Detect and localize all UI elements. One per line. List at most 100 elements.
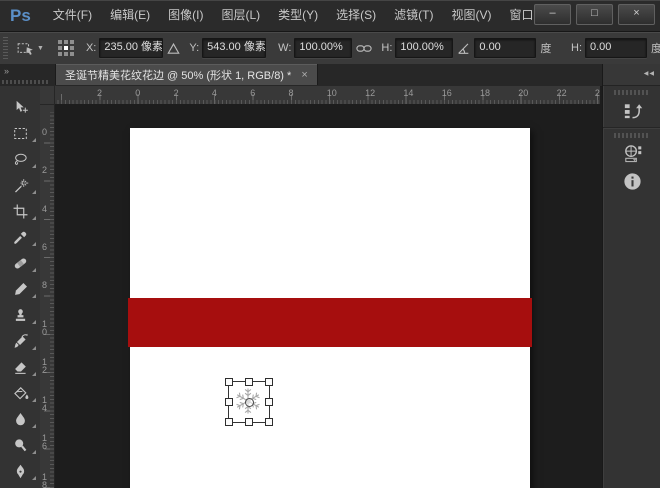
- vertical-ruler[interactable]: 024681012141618: [40, 104, 55, 488]
- ruler-number: 6: [42, 243, 51, 251]
- menu-item-3[interactable]: 图层(L): [212, 0, 269, 31]
- lasso-tool[interactable]: [0, 146, 40, 172]
- rotate-angle-field[interactable]: 0.00: [474, 38, 536, 58]
- crop-tool[interactable]: [0, 198, 40, 224]
- transform-handle-n[interactable]: [245, 378, 253, 386]
- link-icon[interactable]: [356, 43, 372, 54]
- menu-item-2[interactable]: 图像(I): [159, 0, 212, 31]
- options-bar: ▼ X: 235.00 像素 Y: 543.00 像素 W: 100.00% H…: [0, 32, 660, 65]
- red-stripe-shape[interactable]: [128, 298, 532, 347]
- dodge-tool[interactable]: [0, 432, 40, 458]
- history-brush-tool[interactable]: [0, 328, 40, 354]
- dock-divider: [603, 127, 660, 129]
- minimize-button[interactable]: –: [534, 4, 571, 25]
- maximize-button[interactable]: □: [576, 4, 613, 25]
- flyout-indicator: [32, 242, 36, 246]
- eyedropper-tool[interactable]: [0, 224, 40, 250]
- eraser-tool[interactable]: [0, 354, 40, 380]
- lasso-icon: [12, 151, 29, 168]
- flyout-indicator: [32, 398, 36, 402]
- transform-handle-w[interactable]: [225, 398, 233, 406]
- skew-h-unit-label: 度: [651, 40, 660, 56]
- y-position-field[interactable]: 543.00 像素: [202, 38, 266, 58]
- transform-reference-icon[interactable]: ▼: [16, 39, 44, 58]
- dock-gripper[interactable]: [614, 90, 650, 95]
- paint-bucket-tool[interactable]: [0, 380, 40, 406]
- eyedropper-icon: [12, 229, 29, 246]
- transform-handle-e[interactable]: [265, 398, 273, 406]
- ruler-number: 4: [212, 88, 217, 98]
- transform-handle-nw[interactable]: [225, 378, 233, 386]
- reference-point-locator[interactable]: [58, 40, 74, 56]
- history-panel-button[interactable]: [610, 97, 654, 124]
- delta-icon[interactable]: [167, 42, 180, 55]
- transform-bounding-box[interactable]: [228, 381, 270, 423]
- toolbar-expand-icon[interactable]: »: [4, 66, 8, 76]
- ruler-number: 24: [595, 88, 600, 98]
- transform-handle-ne[interactable]: [265, 378, 273, 386]
- menu-item-5[interactable]: 选择(S): [327, 0, 385, 31]
- photoshop-window: Ps 文件(F)编辑(E)图像(I)图层(L)类型(Y)选择(S)滤镜(T)视图…: [0, 0, 660, 488]
- ruler-number: 10: [327, 88, 337, 98]
- history-brush-icon: [12, 333, 29, 350]
- toolbar-gripper[interactable]: [2, 80, 50, 84]
- 3d-material-panel-button[interactable]: [610, 140, 654, 167]
- flyout-indicator: [32, 294, 36, 298]
- rectangular-marquee-tool[interactable]: [0, 120, 40, 146]
- ruler-number: 6: [250, 88, 255, 98]
- flyout-indicator: [32, 424, 36, 428]
- ruler-number: 16: [42, 434, 51, 450]
- ruler-number: 8: [42, 281, 51, 289]
- ruler-number: 4: [42, 205, 51, 213]
- chevron-down-icon: ▼: [37, 45, 44, 52]
- dock-gripper[interactable]: [614, 133, 650, 138]
- transform-handle-s[interactable]: [245, 418, 253, 426]
- options-bar-gripper[interactable]: [3, 37, 8, 59]
- flyout-indicator: [32, 190, 36, 194]
- flyout-indicator: [32, 164, 36, 168]
- menu-item-7[interactable]: 视图(V): [442, 0, 500, 31]
- document-tab[interactable]: 圣诞节精美花纹花边 @ 50% (形状 1, RGB/8) * ×: [55, 64, 318, 85]
- ruler-number: 14: [403, 88, 413, 98]
- flyout-indicator: [32, 372, 36, 376]
- menu-item-1[interactable]: 编辑(E): [101, 0, 159, 31]
- transform-reference-point[interactable]: [245, 398, 254, 407]
- eraser-icon: [12, 359, 29, 376]
- transform-handle-se[interactable]: [265, 418, 273, 426]
- spot-healing-brush-icon: [12, 255, 29, 272]
- skew-h-field[interactable]: 0.00: [585, 38, 647, 58]
- ruler-number: 10: [42, 320, 51, 336]
- x-position-field[interactable]: 235.00 像素: [99, 38, 163, 58]
- ruler-number: 8: [289, 88, 294, 98]
- history-panel-icon: [622, 100, 643, 121]
- horizontal-ruler[interactable]: 2024681012141618202224: [40, 86, 600, 105]
- flyout-indicator: [32, 268, 36, 272]
- ruler-number: 2: [174, 88, 179, 98]
- menu-item-0[interactable]: 文件(F): [44, 0, 101, 31]
- angle-icon: [457, 42, 470, 55]
- tools-panel: [0, 86, 41, 488]
- ruler-corner[interactable]: [40, 86, 55, 105]
- clone-stamp-tool[interactable]: [0, 302, 40, 328]
- ruler-number: 18: [42, 473, 51, 488]
- brush-tool[interactable]: [0, 276, 40, 302]
- menu-item-6[interactable]: 滤镜(T): [385, 0, 442, 31]
- pen-tool[interactable]: [0, 458, 40, 484]
- menu-item-4[interactable]: 类型(Y): [269, 0, 327, 31]
- magic-wand-tool[interactable]: [0, 172, 40, 198]
- width-field[interactable]: 100.00%: [294, 38, 352, 58]
- height-field[interactable]: 100.00%: [395, 38, 453, 58]
- move-tool[interactable]: [0, 94, 40, 120]
- dock-collapse-icon[interactable]: ◀◀: [644, 70, 655, 77]
- close-button[interactable]: ×: [618, 4, 655, 25]
- ruler-number: 20: [518, 88, 528, 98]
- ruler-number: 0: [42, 128, 51, 136]
- info-panel-button[interactable]: [610, 168, 654, 195]
- blur-tool[interactable]: [0, 406, 40, 432]
- crop-icon: [12, 203, 29, 220]
- transform-handle-sw[interactable]: [225, 418, 233, 426]
- move-icon: [12, 99, 29, 116]
- spot-healing-brush-tool[interactable]: [0, 250, 40, 276]
- transform-tool-icon: [16, 39, 35, 58]
- tab-close-icon[interactable]: ×: [301, 69, 307, 81]
